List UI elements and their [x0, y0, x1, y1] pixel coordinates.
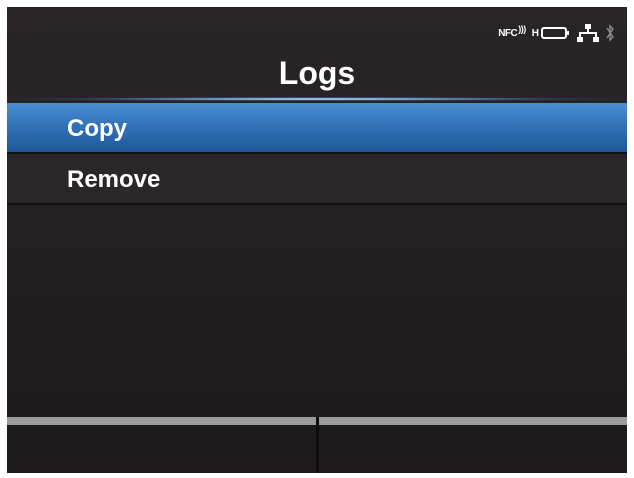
- bluetooth-icon: [605, 23, 615, 43]
- menu-list: Copy Remove: [7, 103, 627, 205]
- sd-label: H: [531, 27, 539, 39]
- battery-icon: H: [532, 26, 571, 40]
- nfc-label: NFC: [498, 27, 518, 39]
- menu-item-label: Copy: [67, 115, 127, 142]
- title-underline-glow: [7, 97, 627, 101]
- softkey-right[interactable]: [315, 417, 627, 473]
- page-title: Logs: [278, 55, 356, 91]
- menu-item-label: Remove: [67, 166, 161, 193]
- menu-item-copy[interactable]: Copy: [7, 103, 627, 154]
- softkey-bar: [7, 417, 627, 473]
- menu-item-remove[interactable]: Remove: [7, 154, 627, 205]
- network-icon: [577, 23, 599, 43]
- softkey-left[interactable]: [7, 417, 316, 473]
- nfc-icon: NFC))): [498, 24, 526, 39]
- status-bar: NFC))) H: [498, 21, 615, 45]
- printer-screen: NFC))) H Logs Copy Remove: [7, 7, 627, 473]
